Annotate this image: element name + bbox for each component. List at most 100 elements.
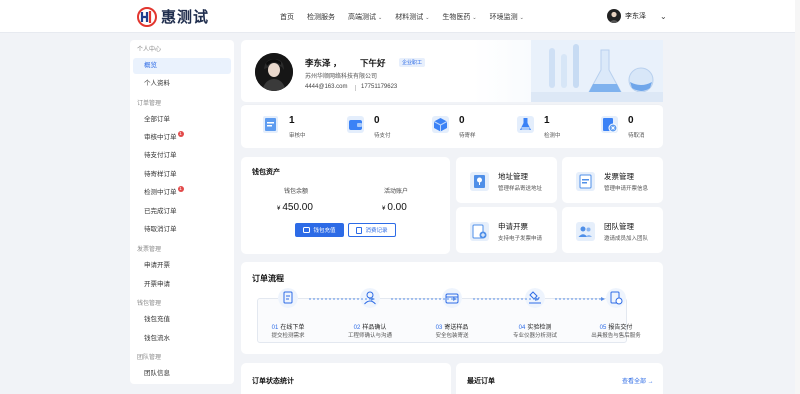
currency-symbol: ¥ — [382, 206, 386, 212]
flow-step-subtitle: 出具报告与售后服务 — [591, 333, 641, 339]
sidebar-item-label: 待取消订单 — [144, 226, 177, 233]
stat-label: 检测中 — [544, 133, 561, 139]
wallet-card: 钱包资产 钱包余额 ¥450.00 活动账户 ¥0.00 钱包充值 消费记录 — [241, 157, 450, 254]
top-navbar: 惠测试 首页 检测服务 高端测试 ⌄ 材料测试 ⌄ 生物医药 ⌄ 环境监测 ⌄ 李东泽 … — [0, 0, 800, 33]
consumption-records-button[interactable]: 消费记录 — [348, 223, 396, 237]
wallet-balance-value: ¥450.00 — [277, 202, 313, 213]
button-label: 钱包充值 — [313, 228, 336, 234]
stat-to-ship[interactable]: 0 待寄样 — [431, 115, 476, 139]
sidebar-item-label: 钱包流水 — [144, 335, 170, 342]
sidebar-item-cancel-orders[interactable]: 待取消订单 — [133, 222, 231, 238]
sidebar-item-testing-orders[interactable]: 检测中订单1 — [133, 185, 231, 201]
currency-symbol: ¥ — [277, 206, 281, 212]
sidebar-item-overview[interactable]: 概览 — [133, 58, 231, 74]
chevron-down-icon: ⌄ — [472, 15, 477, 21]
user-menu[interactable]: 李东泽 ⌄ — [607, 9, 667, 23]
team-management-card[interactable]: 团队管理 邀请成员加入团队 — [562, 207, 663, 253]
flow-step-title: 01 在线下单 — [272, 322, 305, 331]
nav-testing-services[interactable]: 检测服务 — [307, 12, 335, 22]
flow-arrow — [555, 297, 605, 301]
stat-value: 0 — [374, 115, 380, 126]
flow-step-subtitle: 安全包装寄送 — [435, 333, 469, 339]
chevron-down-icon: ⌄ — [378, 15, 383, 21]
notification-badge: 1 — [177, 131, 184, 137]
sidebar-item-apply-invoice[interactable]: 申请开票 — [133, 258, 231, 274]
nav-high-end-testing[interactable]: 高端测试 ⌄ — [348, 12, 382, 22]
sidebar-group-title: 钱包管理 — [137, 301, 162, 307]
order-flow-title: 订单流程 — [252, 274, 284, 283]
sidebar-item-label: 概览 — [144, 62, 157, 69]
notification-badge: 1 — [177, 186, 184, 192]
sidebar-item-team-info[interactable]: 团队信息 — [133, 366, 231, 382]
document-icon — [278, 288, 298, 308]
document-icon — [356, 226, 363, 234]
flow-arrow — [391, 297, 457, 301]
sidebar-item-label: 待支付订单 — [144, 152, 177, 159]
order-stats-bar: 1 审核中 0 待支付 0 待寄样 1 检测中 0 待取消 — [241, 104, 663, 148]
address-management-card[interactable]: 地址管理 管理样品寄送地址 — [456, 157, 557, 203]
team-icon — [576, 222, 595, 241]
apply-invoice-icon — [470, 222, 489, 241]
stat-testing[interactable]: 1 检测中 — [516, 115, 561, 139]
profile-comma: ， — [333, 58, 342, 68]
card-title: 地址管理 — [498, 172, 528, 181]
button-label: 消费记录 — [365, 228, 388, 234]
sidebar-item-label: 已完成订单 — [144, 208, 177, 215]
stat-reviewing[interactable]: 1 审核中 — [261, 115, 306, 139]
avatar — [607, 9, 621, 23]
view-all-link[interactable]: 查看全部 → — [622, 376, 654, 385]
scrollbar[interactable] — [795, 0, 800, 394]
wallet-icon — [347, 116, 364, 133]
promo-account-value: ¥0.00 — [382, 202, 407, 213]
sidebar-item-label: 申请开票 — [144, 262, 170, 269]
flow-step-subtitle: 专业仪器分析测试 — [512, 333, 558, 339]
location-icon — [470, 172, 489, 191]
sidebar-item-unpaid-orders[interactable]: 待支付订单 — [133, 148, 231, 164]
stat-label: 待支付 — [374, 133, 391, 139]
role-badge: 企业职工 — [399, 58, 426, 67]
invoice-management-card[interactable]: 发票管理 管理申请开票信息 — [562, 157, 663, 203]
sidebar-item-invoice-requests[interactable]: 开票申请 — [133, 277, 231, 293]
sidebar-item-wallet-flow[interactable]: 钱包流水 — [133, 331, 231, 347]
sidebar-item-label: 审核中订单 — [144, 134, 177, 141]
sidebar-item-label: 检测中订单 — [144, 189, 177, 196]
box-icon — [432, 116, 449, 133]
stat-value: 0 — [628, 115, 634, 126]
sidebar-group-title: 个人中心 — [137, 47, 162, 53]
chevron-down-icon: ⌄ — [425, 15, 430, 21]
flow-step-subtitle: 提交检测需求 — [271, 333, 305, 339]
order-status-stats-card: 订单状态统计 — [241, 363, 451, 394]
card-title: 团队管理 — [604, 222, 634, 231]
balance-amount: 450.00 — [282, 202, 313, 213]
nav-home[interactable]: 首页 — [280, 12, 294, 22]
card-subtitle: 管理申请开票信息 — [604, 186, 649, 192]
promo-account-label: 活动账户 — [384, 189, 409, 195]
card-subtitle: 邀请成员加入团队 — [604, 236, 649, 242]
stat-unpaid[interactable]: 0 待支付 — [346, 115, 391, 139]
sidebar-item-completed-orders[interactable]: 已完成订单 — [133, 204, 231, 220]
wallet-title: 钱包资产 — [252, 169, 280, 176]
card-subtitle: 管理样品寄送地址 — [498, 186, 543, 192]
chevron-down-icon[interactable]: ⌄ — [660, 12, 667, 21]
promo-amount: 0.00 — [387, 202, 407, 213]
stat-to-cancel[interactable]: 0 待取消 — [600, 115, 645, 139]
profile-name: 李东泽 — [305, 58, 331, 68]
sidebar-item-to-ship-orders[interactable]: 待寄样订单 — [133, 167, 231, 183]
nav-label: 高端测试 — [348, 14, 376, 21]
order-status-stats-title: 订单状态统计 — [252, 378, 294, 385]
sidebar-item-wallet-recharge[interactable]: 钱包充值 — [133, 312, 231, 328]
sidebar-item-label: 个人资料 — [144, 80, 170, 87]
divider — [355, 85, 356, 91]
sidebar-item-profile[interactable]: 个人资料 — [133, 76, 231, 92]
apply-invoice-card[interactable]: 申请开票 支持电子发票申请 — [456, 207, 557, 253]
nav-environment[interactable]: 环境监测 ⌄ — [490, 12, 524, 22]
wallet-recharge-button[interactable]: 钱包充值 — [295, 223, 344, 237]
sidebar-group-title: 订单管理 — [137, 101, 162, 107]
nav-biomedicine[interactable]: 生物医药 ⌄ — [442, 12, 476, 22]
logo[interactable]: 惠测试 — [137, 6, 209, 27]
main-nav: 首页 检测服务 高端测试 ⌄ 材料测试 ⌄ 生物医药 ⌄ 环境监测 ⌄ — [280, 12, 537, 22]
sidebar-item-label: 全部订单 — [144, 116, 170, 123]
sidebar-item-all-orders[interactable]: 全部订单 — [133, 112, 231, 128]
nav-material-testing[interactable]: 材料测试 ⌄ — [395, 12, 429, 22]
sidebar-item-reviewing-orders[interactable]: 审核中订单1 — [133, 130, 231, 146]
